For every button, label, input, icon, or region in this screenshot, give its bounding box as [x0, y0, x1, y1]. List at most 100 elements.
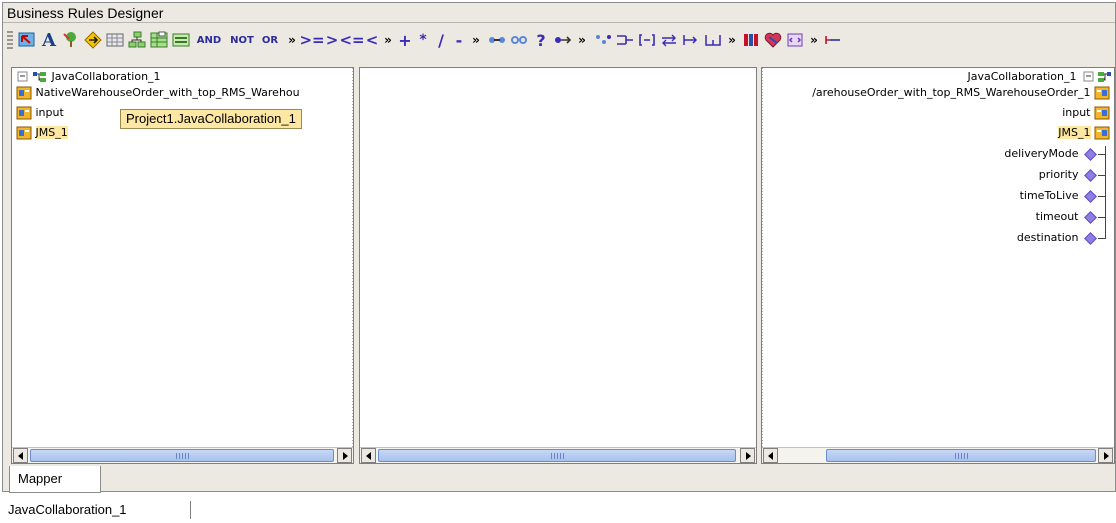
- tree-item-input-right[interactable]: input: [1062, 105, 1110, 121]
- otd-icon: [16, 126, 32, 140]
- arrow-icon[interactable]: [83, 29, 103, 51]
- multiply-operator[interactable]: *: [415, 29, 431, 51]
- pane-divider: [352, 68, 353, 447]
- connect-icon[interactable]: [553, 29, 573, 51]
- link-icon[interactable]: [509, 29, 529, 51]
- scroll-left-button[interactable]: [13, 448, 28, 463]
- grid-icon[interactable]: [149, 29, 169, 51]
- arrow-right-icon: [342, 451, 348, 460]
- lte-operator[interactable]: <=: [339, 29, 364, 51]
- field-label: timeout: [1035, 210, 1079, 223]
- tree-icon[interactable]: [61, 29, 81, 51]
- tree-item-input[interactable]: input: [16, 105, 64, 121]
- lt-operator[interactable]: <: [365, 29, 379, 51]
- tree-item-label: JMS_1: [35, 126, 68, 139]
- right-tree-pane[interactable]: JavaCollaboration_1 /arehouseOrder_with_…: [761, 67, 1115, 464]
- left-tree-pane[interactable]: JavaCollaboration_1 NativeWarehouseOrder…: [11, 67, 354, 464]
- tab-mapper[interactable]: Mapper: [9, 466, 101, 493]
- scroll-left-button[interactable]: [763, 448, 778, 463]
- help-icon[interactable]: ?: [533, 29, 549, 51]
- middle-horizontal-scrollbar[interactable]: [360, 447, 756, 463]
- tree-root-right[interactable]: JavaCollaboration_1: [967, 69, 1112, 85]
- tree-item-label: input: [35, 106, 64, 119]
- otd-icon: [16, 86, 32, 100]
- scatter-icon[interactable]: [593, 29, 613, 51]
- arrow-right-icon: [1103, 451, 1109, 460]
- align-join-icon[interactable]: [703, 29, 723, 51]
- toolbar: A AND NOT OR » >= > <= < » + * / - » ? »…: [3, 24, 1115, 66]
- field-connector-line: [1105, 146, 1106, 238]
- scroll-thumb[interactable]: [378, 449, 736, 462]
- more-operators-3[interactable]: »: [469, 29, 483, 51]
- toolbar-grip[interactable]: [7, 31, 13, 51]
- plus-operator[interactable]: +: [397, 29, 413, 51]
- field-diamond-icon: [1083, 168, 1097, 182]
- tree-root-left[interactable]: JavaCollaboration_1: [16, 69, 161, 85]
- arrow-left-icon: [767, 451, 773, 460]
- tree-item-native-warehouse-order[interactable]: NativeWarehouseOrder_with_top_RMS_Wareho…: [16, 85, 300, 101]
- collaboration-icon: [33, 72, 46, 82]
- chain-icon[interactable]: [487, 29, 507, 51]
- align-left-icon[interactable]: [681, 29, 701, 51]
- collapse-icon[interactable]: [1080, 69, 1096, 85]
- collapse-icon[interactable]: [16, 69, 32, 85]
- select-icon[interactable]: [17, 29, 37, 51]
- field-delivery-mode[interactable]: deliveryMode: [1004, 146, 1106, 162]
- range-icon[interactable]: [823, 29, 843, 51]
- field-diamond-icon: [1083, 147, 1097, 161]
- columns-icon[interactable]: [741, 29, 761, 51]
- field-priority[interactable]: priority: [1039, 167, 1106, 183]
- more-operators-6[interactable]: »: [807, 29, 821, 51]
- tree-item-label: /arehouseOrder_with_top_RMS_WarehouseOrd…: [812, 86, 1091, 99]
- swap-icon[interactable]: [659, 29, 679, 51]
- or-operator[interactable]: OR: [259, 29, 281, 51]
- not-operator[interactable]: NOT: [227, 29, 257, 51]
- heart-icon[interactable]: [763, 29, 783, 51]
- tooltip: Project1.JavaCollaboration_1: [120, 109, 302, 129]
- text-icon[interactable]: A: [39, 29, 59, 51]
- field-timeout[interactable]: timeout: [1036, 209, 1106, 225]
- scroll-left-button[interactable]: [361, 448, 376, 463]
- more-operators-4[interactable]: »: [575, 29, 589, 51]
- left-horizontal-scrollbar[interactable]: [12, 447, 353, 463]
- more-operators-5[interactable]: »: [725, 29, 739, 51]
- otd-icon: [1094, 106, 1110, 120]
- minus-operator[interactable]: -: [451, 29, 467, 51]
- scroll-thumb[interactable]: [30, 449, 334, 462]
- tree-item-warehouse-order[interactable]: /arehouseOrder_with_top_RMS_WarehouseOrd…: [812, 85, 1110, 101]
- field-time-to-live[interactable]: timeToLive: [1020, 188, 1106, 204]
- form-icon[interactable]: [171, 29, 191, 51]
- tree-item-label: JMS_1: [1058, 126, 1091, 139]
- tree-item-jms[interactable]: JMS_1: [16, 125, 68, 141]
- scroll-thumb[interactable]: [826, 449, 1096, 462]
- pane-divider: [762, 68, 763, 447]
- merge-icon[interactable]: [615, 29, 635, 51]
- mapping-canvas[interactable]: [360, 68, 756, 447]
- field-destination[interactable]: destination: [1017, 230, 1106, 246]
- table-icon[interactable]: [105, 29, 125, 51]
- scroll-right-button[interactable]: [740, 448, 755, 463]
- mapping-canvas-pane[interactable]: [359, 67, 757, 464]
- tree-root-label: JavaCollaboration_1: [967, 70, 1077, 83]
- field-label: deliveryMode: [1004, 147, 1079, 160]
- divide-operator[interactable]: /: [433, 29, 449, 51]
- business-rules-designer-window: Business Rules Designer A AND NOT OR » >…: [2, 2, 1116, 493]
- more-operators-1[interactable]: »: [285, 29, 299, 51]
- code-icon[interactable]: [785, 29, 805, 51]
- scroll-right-button[interactable]: [1098, 448, 1113, 463]
- field-diamond-icon: [1083, 231, 1097, 245]
- arrow-left-icon: [365, 451, 371, 460]
- scroll-right-button[interactable]: [337, 448, 352, 463]
- gt-operator[interactable]: >: [325, 29, 339, 51]
- hierarchy-icon[interactable]: [127, 29, 147, 51]
- tree-root-label: JavaCollaboration_1: [51, 70, 161, 83]
- tree-item-jms-right[interactable]: JMS_1: [1058, 125, 1110, 141]
- bracket-icon[interactable]: [637, 29, 657, 51]
- gte-operator[interactable]: >=: [299, 29, 324, 51]
- otd-icon: [1094, 86, 1110, 100]
- tree-item-label: input: [1062, 106, 1091, 119]
- right-horizontal-scrollbar[interactable]: [762, 447, 1114, 463]
- more-operators-2[interactable]: »: [381, 29, 395, 51]
- and-operator[interactable]: AND: [193, 29, 225, 51]
- window-title: Business Rules Designer: [3, 3, 1115, 23]
